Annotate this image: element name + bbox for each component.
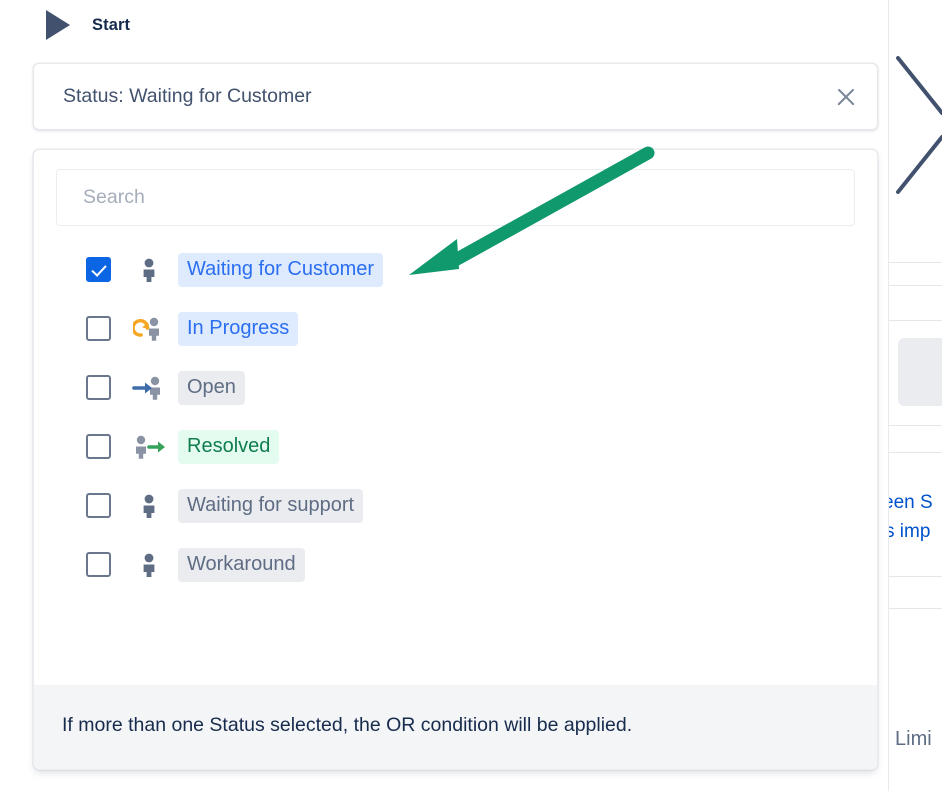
background-text-line1: een S [889, 492, 933, 513]
divider [889, 576, 942, 577]
option-label: Waiting for Customer [178, 252, 384, 287]
diagram-connector-lines [896, 56, 942, 194]
background-text-line2: s imp [888, 521, 931, 542]
person-icon [132, 552, 166, 578]
background-chip [898, 338, 942, 406]
search-field[interactable] [56, 169, 855, 226]
option-row[interactable]: Resolved [34, 417, 877, 476]
divider [889, 608, 942, 609]
divider [889, 320, 942, 321]
option-row[interactable]: Open [34, 358, 877, 417]
divider [889, 285, 942, 286]
close-x-icon [835, 86, 857, 108]
play-triangle-icon [46, 10, 70, 40]
option-label: Resolved [178, 429, 280, 464]
divider [889, 262, 942, 263]
start-node[interactable]: Start [46, 8, 130, 42]
option-label: Workaround [178, 547, 305, 582]
checkbox-checked[interactable] [86, 257, 111, 282]
search-input[interactable] [57, 186, 854, 209]
dropdown-footer-note: If more than one Status selected, the OR… [34, 684, 877, 769]
person-icon [132, 257, 166, 283]
status-filter-field[interactable]: Status: Waiting for Customer [33, 63, 878, 130]
person-refresh-icon [132, 316, 166, 342]
person-icon [132, 493, 166, 519]
checkbox-unchecked[interactable] [86, 434, 111, 459]
person-arrow-out-icon [132, 434, 166, 460]
status-filter-value: Status: Waiting for Customer [63, 85, 312, 107]
option-row[interactable]: Waiting for support [34, 476, 877, 535]
option-row[interactable]: In Progress [34, 299, 877, 358]
status-dropdown-panel: Waiting for Customer In Progress [33, 149, 878, 770]
status-options-list: Waiting for Customer In Progress Open Re… [34, 226, 877, 594]
start-label: Start [92, 15, 131, 34]
option-label: In Progress [178, 311, 299, 346]
divider [889, 425, 942, 426]
divider [889, 452, 942, 453]
clear-status-button[interactable] [815, 64, 877, 129]
checkbox-unchecked[interactable] [86, 316, 111, 341]
option-label: Open [178, 370, 245, 405]
checkbox-unchecked[interactable] [86, 493, 111, 518]
background-limit-label: Limi [895, 728, 932, 750]
checkbox-unchecked[interactable] [86, 375, 111, 400]
checkbox-unchecked[interactable] [86, 552, 111, 577]
person-arrow-in-icon [132, 375, 166, 401]
option-row[interactable]: Workaround [34, 535, 877, 594]
option-label: Waiting for support [178, 488, 364, 523]
option-row[interactable]: Waiting for Customer [34, 240, 877, 299]
